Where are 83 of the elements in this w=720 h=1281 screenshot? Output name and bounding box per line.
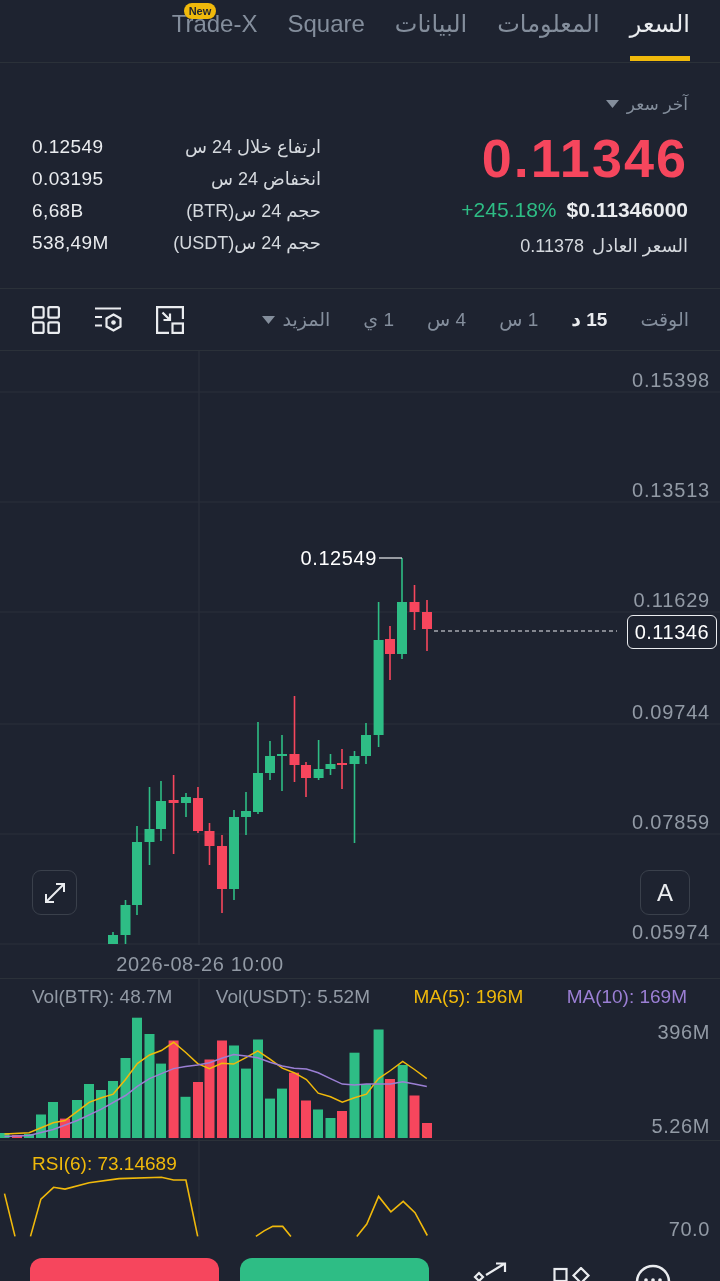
candle	[241, 791, 251, 836]
axis-label: 70.0	[668, 1218, 710, 1240]
volume-bar	[325, 1118, 336, 1138]
price-tag: 0.11346	[626, 615, 717, 649]
volume-reading: Vol(BTR): 48.7M	[32, 985, 173, 1009]
volume-bar	[72, 1100, 82, 1138]
axis-label: 5.26M	[651, 1115, 710, 1137]
rsi-label: RSI(6): 73.14689	[32, 1152, 177, 1176]
time-label: 2026-08-26 10:00	[116, 953, 284, 975]
square-diamond-icon[interactable]	[553, 1267, 591, 1281]
volume-bar	[337, 1111, 347, 1138]
volume-bar	[0, 1133, 10, 1138]
axis-label: 0.07859	[632, 811, 710, 833]
stat-label: حجم 24 س(USDT)	[173, 232, 321, 255]
window-arrow-icon[interactable]	[156, 305, 184, 334]
interval-label: الوقت	[640, 308, 689, 331]
candle	[156, 780, 166, 842]
scale-button[interactable]: A	[640, 870, 690, 915]
leader-line	[378, 557, 403, 559]
list-hexagon-icon[interactable]	[94, 305, 122, 334]
axis-label: 0.11629	[633, 589, 710, 611]
fair-price-value: 0.11378	[520, 235, 585, 257]
tab[interactable]: السعر	[629, 0, 690, 62]
price-change: +245.18%	[461, 198, 557, 222]
ma5-reading: MA(5): 196M	[413, 985, 524, 1009]
grid-icon[interactable]	[32, 305, 60, 334]
interval-tab[interactable]: 1 ي	[363, 308, 395, 331]
more-dropdown[interactable]: المزيد	[261, 308, 331, 331]
caret-icon	[261, 315, 275, 324]
axis-label: 0.13513	[632, 479, 710, 501]
volume-bar	[84, 1084, 94, 1138]
price-type-dropdown[interactable]: آخر سعر	[605, 92, 688, 116]
caret-icon	[605, 100, 619, 108]
candle	[181, 792, 191, 818]
tab[interactable]: المعلومات	[497, 0, 600, 62]
candle	[108, 931, 118, 945]
volume-bar	[301, 1100, 311, 1138]
volume-bar	[96, 1090, 106, 1138]
volume-bar	[12, 1135, 22, 1138]
candle	[193, 786, 203, 834]
stat-label: انخفاض 24 س	[210, 168, 321, 191]
axis-label: 0.09744	[632, 701, 710, 723]
interval-tab[interactable]: 1 س	[499, 308, 539, 331]
usd-price: $0.11346000	[566, 198, 688, 222]
fair-price-label: السعر العادل	[592, 235, 688, 257]
more-icon[interactable]	[635, 1263, 671, 1281]
expand-icon	[42, 880, 67, 905]
candle	[277, 734, 287, 792]
axis-label: 0.05974	[632, 921, 710, 943]
stat-label: حجم 24 س(BTR)	[185, 200, 321, 223]
candle	[204, 822, 215, 866]
volume-bar	[313, 1109, 323, 1138]
arrow-icon[interactable]	[473, 1262, 509, 1281]
interval-tab[interactable]: 4 س	[427, 308, 467, 331]
volume-reading: Vol(USDT): 5.52M	[215, 985, 370, 1009]
axis-label: 396M	[657, 1021, 710, 1043]
axis-label: 0.15398	[632, 369, 710, 391]
volume-bar	[265, 1098, 275, 1138]
stat-value: 6,68B	[32, 199, 85, 223]
volume-bar	[60, 1118, 70, 1138]
candle	[422, 599, 432, 652]
volume-bar	[277, 1088, 287, 1138]
last-price: 0.11346	[481, 128, 688, 188]
volume-bar	[422, 1123, 432, 1138]
expand-button[interactable]	[32, 870, 77, 915]
tab[interactable]: Square	[287, 0, 365, 62]
candle	[265, 740, 275, 781]
stat-value: 0.12549	[32, 135, 105, 159]
stat-value: 538,49M	[32, 231, 110, 255]
interval-tab[interactable]: 15 د	[571, 308, 608, 331]
high-price-label: 0.12549	[300, 547, 377, 569]
volume-bar	[193, 1082, 203, 1138]
volume-bar	[48, 1102, 58, 1138]
stat-label: ارتفاع خلال 24 س	[184, 136, 321, 159]
volume-bar	[289, 1072, 299, 1138]
volume-bar	[108, 1081, 118, 1138]
candle	[409, 584, 420, 631]
stat-value: 0.03195	[32, 167, 105, 191]
volume-bar	[24, 1134, 34, 1138]
volume-bar	[36, 1114, 46, 1138]
volume-bar	[241, 1068, 251, 1138]
ma10-reading: MA(10): 169M	[566, 985, 687, 1009]
tab[interactable]: البيانات	[394, 0, 468, 62]
